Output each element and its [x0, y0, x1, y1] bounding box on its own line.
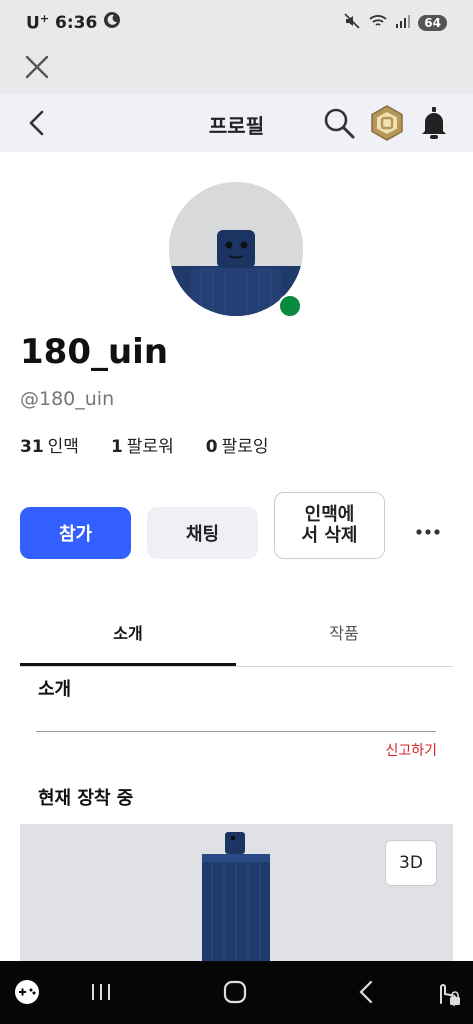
display-name: 180_uin [20, 332, 169, 372]
more-horizontal-icon [416, 529, 440, 535]
back-arrow-icon [359, 980, 373, 1004]
notifications-button[interactable] [419, 106, 449, 140]
profile-stats: 31 인맥 1 팔로워 0 팔로잉 [20, 432, 268, 457]
robux-icon [371, 105, 403, 141]
close-icon [25, 55, 49, 79]
system-back-button[interactable] [354, 975, 380, 1009]
back-button[interactable] [24, 108, 52, 138]
carrier-label: U+ [26, 11, 50, 34]
recent-apps-icon [92, 984, 110, 1000]
signal-icon [395, 13, 411, 33]
followers-stat[interactable]: 1 팔로워 [111, 432, 174, 457]
touch-protection-button[interactable] [432, 975, 462, 1009]
hand-lock-icon [440, 984, 460, 1006]
tab-about[interactable]: 소개 [20, 600, 236, 666]
status-bar: U+ 6:36 64 [0, 0, 473, 46]
wifi-icon [368, 13, 388, 33]
search-button[interactable] [322, 106, 356, 140]
recent-apps-button[interactable] [88, 975, 114, 1009]
remove-connection-button[interactable]: 인맥에 서 삭제 [274, 492, 385, 559]
bell-icon [422, 107, 446, 139]
connections-stat[interactable]: 31 인맥 [20, 432, 79, 457]
robux-button[interactable] [370, 105, 404, 145]
view-3d-button[interactable]: 3D [385, 840, 437, 886]
home-icon [223, 980, 247, 1004]
mute-icon [343, 12, 361, 34]
online-status-indicator [278, 294, 302, 318]
report-abuse-link[interactable]: 신고하기 [385, 740, 437, 760]
battery-indicator: 64 [418, 15, 447, 31]
join-button[interactable]: 참가 [20, 507, 131, 559]
close-button[interactable] [24, 54, 50, 80]
following-stat[interactable]: 0 팔로잉 [206, 432, 269, 457]
gamepad-icon [15, 980, 39, 1004]
system-navigation-bar [0, 961, 473, 1024]
search-icon [324, 108, 355, 139]
chat-button[interactable]: 채팅 [147, 507, 258, 559]
about-section-title: 소개 [38, 679, 72, 700]
chevron-left-icon [29, 110, 44, 136]
about-divider [36, 731, 436, 732]
username-handle: @180_uin [20, 388, 115, 410]
night-mode-icon [103, 11, 121, 34]
more-options-button[interactable] [413, 520, 443, 544]
currently-wearing-title: 현재 장착 중 [38, 788, 134, 809]
clock: 6:36 [55, 12, 98, 33]
game-launcher-button[interactable] [12, 975, 42, 1009]
profile-tabs: 소개 작품 [20, 600, 453, 667]
home-button[interactable] [220, 975, 250, 1009]
webview-close-bar [0, 46, 473, 94]
tab-creations[interactable]: 작품 [236, 600, 452, 664]
